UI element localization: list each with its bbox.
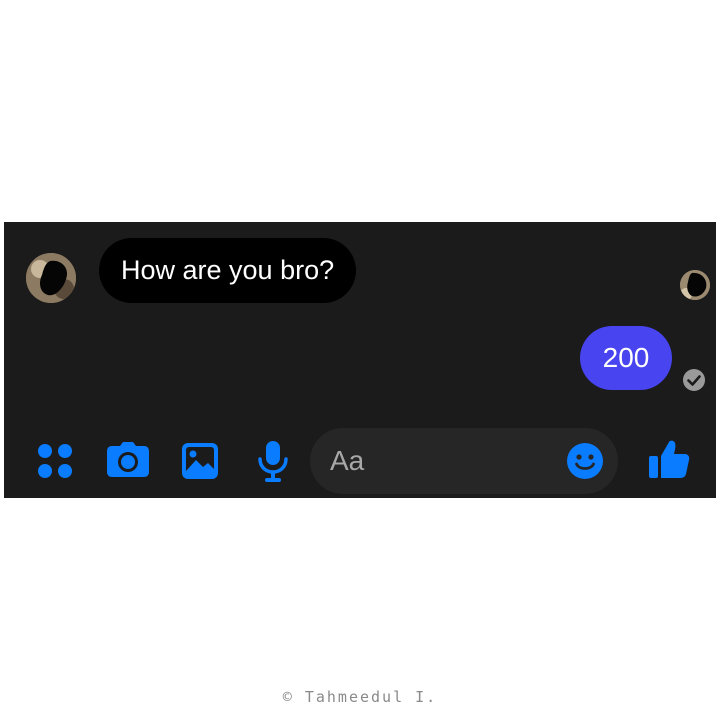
message-composer bbox=[310, 428, 618, 494]
copyright-credit: © Tahmeedul I. bbox=[282, 688, 438, 706]
gallery-icon[interactable] bbox=[181, 442, 219, 480]
seen-avatar bbox=[680, 270, 710, 300]
chat-panel: How are you bro? 200 bbox=[4, 222, 716, 498]
emoji-icon[interactable] bbox=[566, 442, 604, 480]
page: How are you bro? 200 Aa © Tahmeedul I. bbox=[0, 0, 720, 720]
microphone-icon[interactable] bbox=[256, 440, 290, 482]
menu-dots-icon[interactable] bbox=[36, 442, 74, 480]
thumbs-up-icon[interactable] bbox=[648, 438, 690, 480]
check-circle-icon bbox=[683, 369, 705, 391]
seen-avatar-image bbox=[680, 270, 710, 300]
outgoing-message-bubble[interactable]: 200 bbox=[580, 326, 672, 390]
contact-avatar[interactable] bbox=[26, 253, 76, 303]
avatar-image bbox=[26, 253, 76, 303]
incoming-message-bubble[interactable]: How are you bro? bbox=[99, 238, 357, 303]
message-input[interactable] bbox=[330, 428, 550, 494]
camera-icon[interactable] bbox=[106, 442, 150, 478]
